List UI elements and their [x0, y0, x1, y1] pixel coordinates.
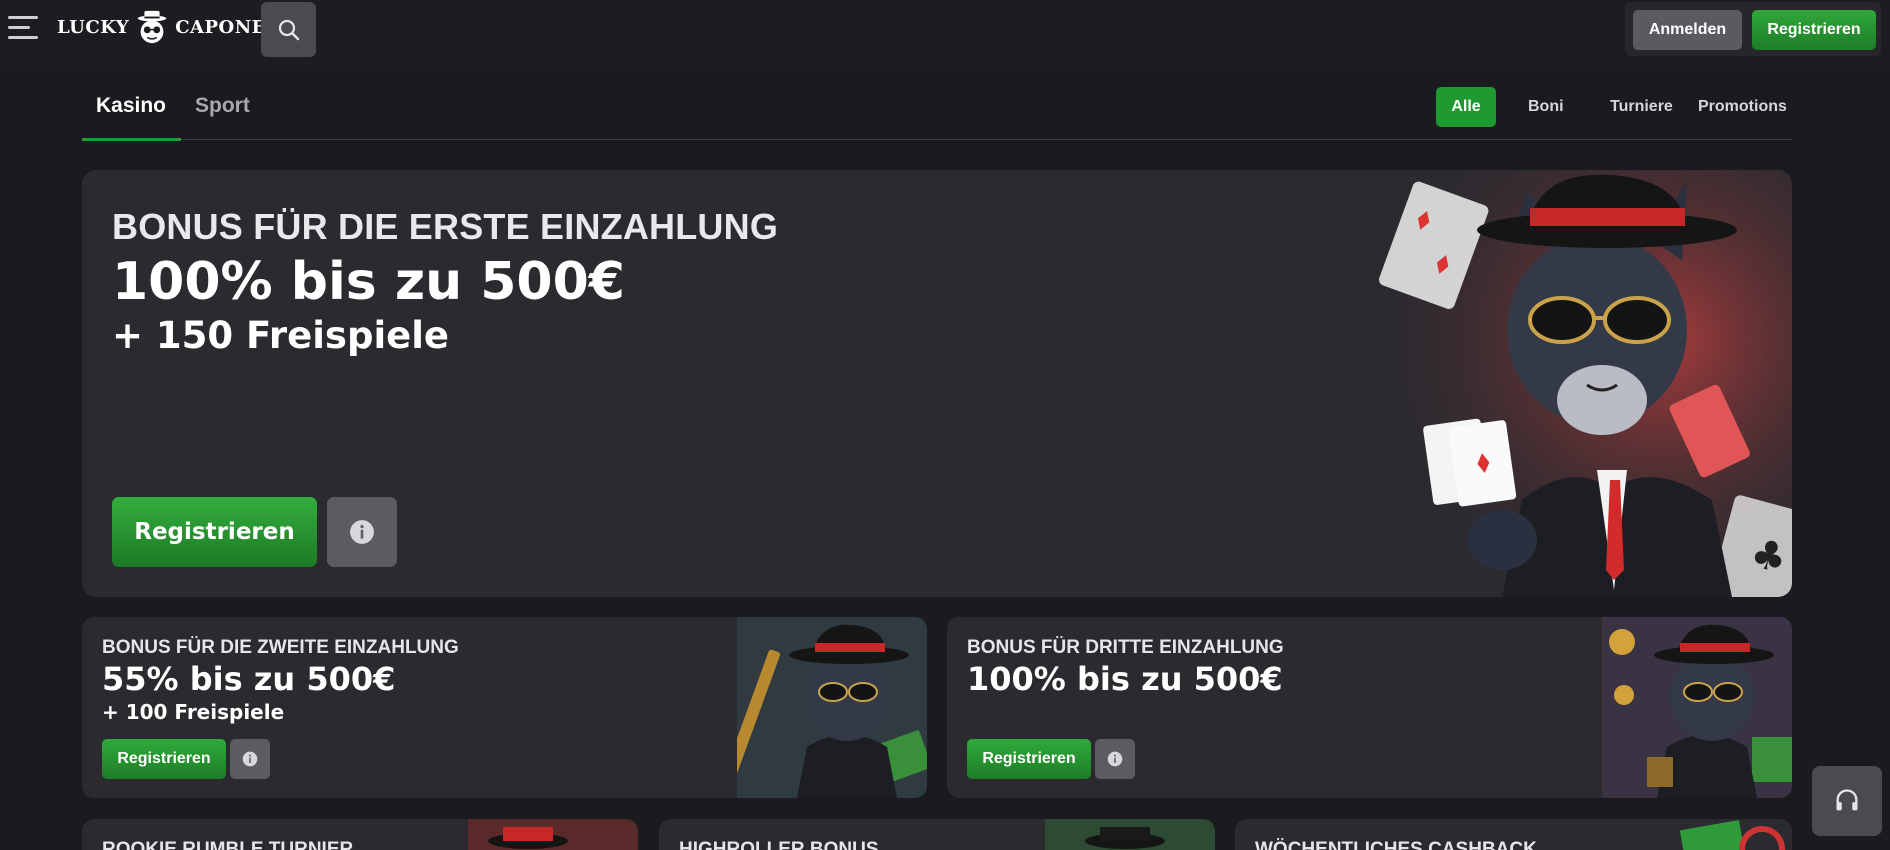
promo-illustration	[1045, 819, 1215, 850]
card-info-button[interactable]	[1095, 739, 1135, 779]
info-icon	[350, 520, 374, 544]
card-title: HIGHROLLER BONUS	[679, 839, 879, 850]
weekly-cashback-card: WÖCHENTLICHES CASHBACK	[1235, 819, 1792, 850]
top-header: LUCKY CAPONE Anmelden Registrieren	[0, 0, 1890, 72]
card-title: ROOKIE RUMBLE TURNIER	[102, 839, 354, 850]
headset-icon	[1836, 789, 1858, 811]
info-icon	[242, 751, 258, 767]
card-subtitle: + 100 Freispiele	[102, 700, 285, 724]
cat-with-rifle-illustration	[737, 617, 927, 798]
filter-turniere[interactable]: Turniere	[1598, 87, 1685, 127]
register-button-header[interactable]: Registrieren	[1752, 10, 1876, 50]
hero-info-button[interactable]	[327, 497, 397, 567]
tab-sport[interactable]: Sport	[195, 94, 250, 118]
auth-buttons: Anmelden Registrieren	[1625, 2, 1881, 56]
card-register-button[interactable]: Registrieren	[102, 739, 226, 779]
third-deposit-bonus-card: BONUS FÜR DRITTE EINZAHLUNG 100% bis zu …	[947, 617, 1792, 798]
logo-word-capone: CAPONE	[175, 16, 266, 38]
card-kicker: BONUS FÜR DIE ZWEITE EINZAHLUNG	[102, 637, 459, 658]
logo-cat-icon	[137, 10, 167, 44]
login-button[interactable]: Anmelden	[1633, 10, 1742, 50]
gangster-cat-illustration: ♣	[1352, 170, 1792, 597]
card-info-button[interactable]	[230, 739, 270, 779]
filter-promotions[interactable]: Promotions	[1686, 87, 1799, 127]
second-deposit-bonus-card: BONUS FÜR DIE ZWEITE EINZAHLUNG 55% bis …	[82, 617, 927, 798]
search-icon	[278, 19, 299, 40]
filter-alle[interactable]: Alle	[1436, 87, 1496, 127]
search-button[interactable]	[261, 2, 316, 57]
promo-illustration	[1622, 819, 1792, 850]
card-title: 55% bis zu 500€	[102, 660, 396, 698]
highroller-bonus-card: HIGHROLLER BONUS	[659, 819, 1215, 850]
hero-kicker: BONUS FÜR DIE ERSTE EINZAHLUNG	[112, 206, 779, 247]
hero-subtitle: + 150 Freispiele	[112, 314, 449, 357]
hamburger-menu-icon[interactable]	[8, 16, 38, 42]
card-register-button[interactable]: Registrieren	[967, 739, 1091, 779]
hero-title: 100% bis zu 500€	[112, 252, 625, 312]
logo[interactable]: LUCKY CAPONE	[57, 8, 266, 46]
logo-word-lucky: LUCKY	[57, 16, 130, 38]
rookie-rumble-card: ROOKIE RUMBLE TURNIER	[82, 819, 638, 850]
filter-boni[interactable]: Boni	[1516, 87, 1576, 127]
hero-register-button[interactable]: Registrieren	[112, 497, 317, 567]
card-kicker: BONUS FÜR DRITTE EINZAHLUNG	[967, 637, 1284, 658]
cat-with-coins-illustration	[1602, 617, 1792, 798]
card-title: WÖCHENTLICHES CASHBACK	[1255, 839, 1537, 850]
hero-bonus-card: BONUS FÜR DIE ERSTE EINZAHLUNG 100% bis …	[82, 170, 1792, 597]
support-button[interactable]	[1812, 766, 1882, 836]
promo-tabs: Kasino Sport Alle Boni Turniere Promotio…	[82, 84, 1792, 141]
active-tab-indicator	[82, 138, 181, 141]
promo-illustration	[468, 819, 638, 850]
card-title: 100% bis zu 500€	[967, 660, 1283, 698]
info-icon	[1107, 751, 1123, 767]
tab-kasino[interactable]: Kasino	[96, 94, 166, 118]
